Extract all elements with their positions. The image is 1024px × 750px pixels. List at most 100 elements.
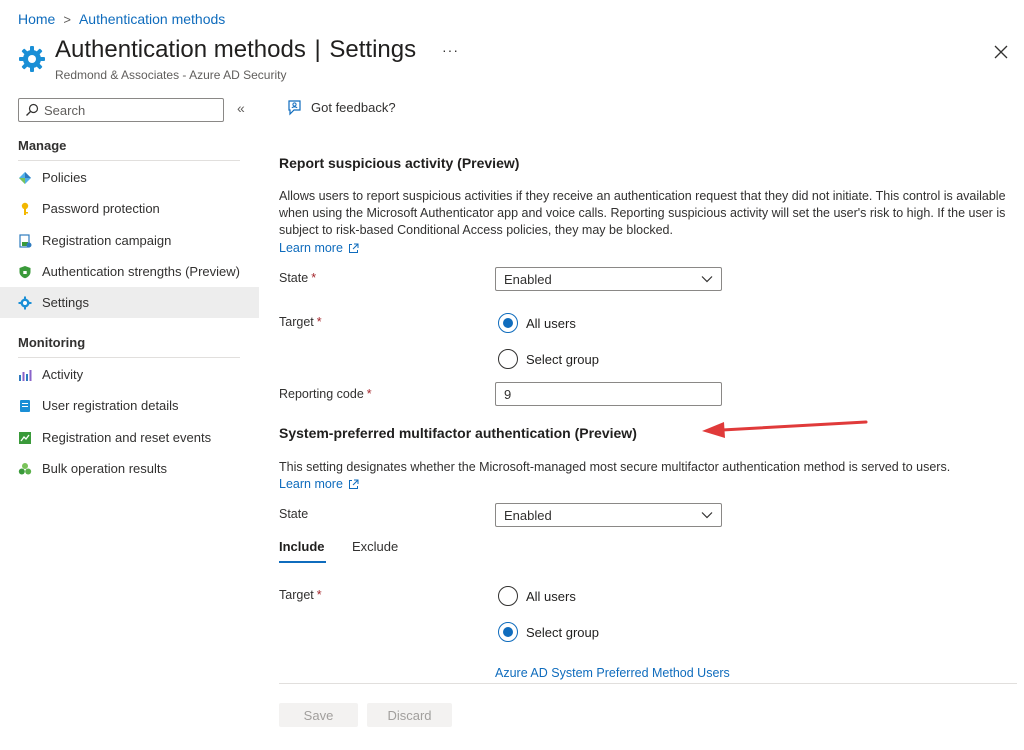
- gear-icon: [18, 296, 32, 309]
- nav-divider: [18, 357, 240, 358]
- reporting-code-value: 9: [504, 386, 512, 402]
- breadcrumb-home-link[interactable]: Home: [18, 11, 55, 27]
- tab-active-underline: [279, 561, 326, 563]
- breadcrumb-current-link[interactable]: Authentication methods: [79, 11, 225, 27]
- target-label-text: Target: [279, 315, 314, 329]
- search-field[interactable]: [18, 98, 224, 122]
- report-section-title: Report suspicious activity (Preview): [279, 155, 520, 171]
- tab-exclude[interactable]: Exclude: [352, 539, 398, 554]
- sidebar-item-settings[interactable]: Settings: [0, 287, 259, 318]
- discard-button[interactable]: Discard: [367, 703, 452, 727]
- annotation-arrow-icon: [702, 420, 868, 438]
- report-state-dropdown[interactable]: Enabled: [495, 267, 722, 291]
- registration-campaign-icon: [19, 233, 32, 248]
- required-marker: *: [311, 271, 317, 285]
- reporting-code-input[interactable]: 9: [495, 382, 722, 406]
- bulk-operation-icon: [18, 462, 32, 474]
- close-icon[interactable]: [993, 44, 1009, 60]
- mfa-target-all-users-radio[interactable]: All users: [498, 586, 576, 606]
- reporting-code-label: Reporting code *: [279, 387, 372, 401]
- nav-section-monitoring: Monitoring: [18, 335, 86, 350]
- state-label-text: State: [279, 271, 309, 285]
- key-icon: [21, 202, 29, 215]
- mfa-learn-more-link[interactable]: Learn more: [279, 477, 359, 491]
- required-marker: *: [366, 387, 372, 401]
- mfa-section-title: System-preferred multifactor authenticat…: [279, 425, 637, 441]
- target-label-text: Target: [279, 588, 314, 602]
- sidebar-item-label: Registration and reset events: [42, 430, 212, 445]
- events-icon: [19, 431, 31, 444]
- nav-section-manage: Manage: [18, 138, 67, 153]
- mfa-state-label: State: [279, 507, 309, 521]
- sidebar-item-label: Bulk operation results: [42, 461, 168, 476]
- gear-icon: [19, 46, 45, 72]
- required-marker: *: [316, 315, 322, 329]
- user-details-icon: [20, 399, 30, 412]
- radio-checked-indicator: [498, 622, 518, 642]
- chevron-down-icon: [701, 276, 713, 283]
- sidebar-item-label: User registration details: [42, 398, 179, 413]
- sidebar-item-registration-reset-events[interactable]: Registration and reset events: [0, 422, 259, 453]
- more-options-button[interactable]: ···: [442, 42, 459, 58]
- report-target-label: Target *: [279, 315, 322, 329]
- radio-label: All users: [526, 588, 576, 604]
- page-title-main: Authentication methods: [55, 36, 306, 63]
- report-section-description: Allows users to report suspicious activi…: [279, 189, 1006, 237]
- save-button[interactable]: Save: [279, 703, 358, 727]
- sidebar-item-label: Activity: [42, 367, 84, 382]
- report-target-select-group-radio[interactable]: Select group: [498, 349, 599, 369]
- page-subtitle: Redmond & Associates - Azure AD Security: [55, 68, 287, 82]
- report-state-label: State *: [279, 271, 316, 285]
- sidebar-item-activity[interactable]: Activity: [0, 359, 259, 390]
- selected-group-link[interactable]: Azure AD System Preferred Method Users: [495, 666, 730, 680]
- report-state-value: Enabled: [504, 271, 552, 287]
- sidebar-item-label: Password protection: [42, 201, 160, 216]
- required-marker: *: [316, 588, 322, 602]
- reporting-code-label-text: Reporting code: [279, 387, 364, 401]
- policies-icon: [19, 171, 31, 184]
- page-title-section: Settings: [329, 36, 417, 63]
- sidebar-item-authentication-strengths[interactable]: Authentication strengths (Preview): [0, 256, 259, 287]
- sidebar-item-password-protection[interactable]: Password protection: [0, 193, 259, 224]
- radio-unchecked-indicator: [498, 349, 518, 369]
- report-learn-more-link[interactable]: Learn more: [279, 241, 359, 255]
- external-link-icon: [348, 243, 359, 253]
- breadcrumb: Home > Authentication methods: [18, 11, 225, 27]
- nav-divider: [18, 160, 240, 161]
- shield-icon: [19, 265, 31, 278]
- learn-more-label: Learn more: [279, 241, 343, 255]
- learn-more-label: Learn more: [279, 477, 343, 491]
- radio-label: Select group: [526, 624, 599, 640]
- sidebar-item-user-registration-details[interactable]: User registration details: [0, 390, 259, 421]
- sidebar-item-bulk-operation-results[interactable]: Bulk operation results: [0, 453, 259, 484]
- external-link-icon: [348, 479, 359, 489]
- feedback-icon: [288, 100, 301, 116]
- radio-checked-indicator: [498, 313, 518, 333]
- sidebar-item-label: Registration campaign: [42, 233, 172, 248]
- sidebar-item-policies[interactable]: Policies: [0, 162, 259, 193]
- search-icon: [26, 103, 39, 116]
- sidebar-item-label: Authentication strengths (Preview): [42, 264, 240, 279]
- radio-label: Select group: [526, 351, 599, 367]
- mfa-target-label: Target *: [279, 588, 322, 602]
- sidebar-item-label: Policies: [42, 170, 87, 185]
- mfa-state-value: Enabled: [504, 507, 552, 523]
- search-input[interactable]: [44, 102, 214, 118]
- sidebar-item-registration-campaign[interactable]: Registration campaign: [0, 225, 259, 256]
- page-title-divider: |: [314, 36, 321, 63]
- mfa-state-dropdown[interactable]: Enabled: [495, 503, 722, 527]
- feedback-button[interactable]: Got feedback?: [286, 99, 396, 116]
- report-target-all-users-radio[interactable]: All users: [498, 313, 576, 333]
- radio-unchecked-indicator: [498, 586, 518, 606]
- mfa-section-description: This setting designates whether the Micr…: [279, 460, 951, 474]
- collapse-sidebar-icon[interactable]: «: [237, 100, 245, 116]
- tab-include[interactable]: Include: [279, 539, 325, 554]
- activity-chart-icon: [19, 369, 32, 381]
- sidebar-item-label: Settings: [42, 295, 89, 310]
- breadcrumb-separator: >: [63, 11, 71, 27]
- page-title: Authentication methods | Settings: [55, 36, 416, 64]
- footer-divider: [279, 683, 1017, 684]
- chevron-down-icon: [701, 512, 713, 519]
- mfa-target-select-group-radio[interactable]: Select group: [498, 622, 599, 642]
- feedback-label: Got feedback?: [311, 100, 396, 115]
